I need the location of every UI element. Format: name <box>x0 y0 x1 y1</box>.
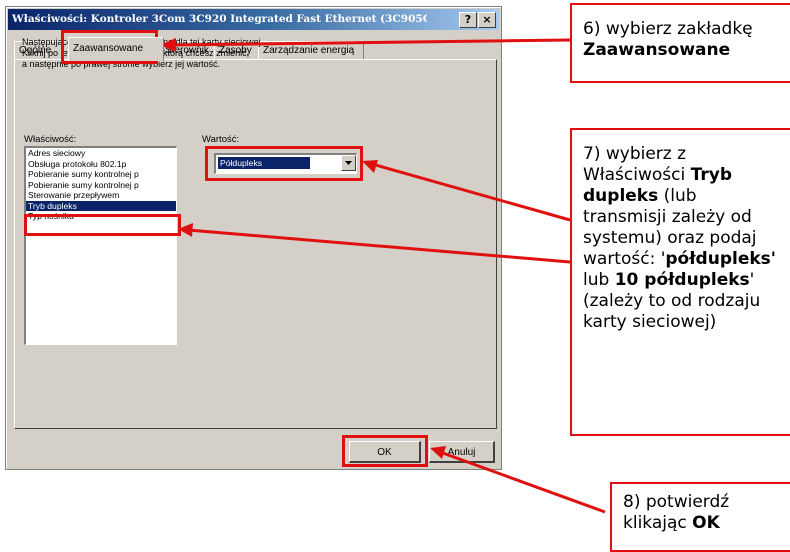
arrowhead-icon <box>362 160 378 173</box>
arrow-step7-value <box>371 162 571 222</box>
arrow-step6 <box>169 38 571 47</box>
callout-step8: 8) potwierdź klikając OK <box>610 482 790 552</box>
callout-step7-mid2: lub <box>583 270 615 290</box>
arrowhead-icon <box>178 223 193 237</box>
arrow-step7-list <box>187 228 571 264</box>
callout-step6-bold: Zaawansowane <box>583 40 731 60</box>
callout-step6-text: 6) wybierz zakładkę <box>583 19 753 39</box>
arrowhead-icon <box>430 446 446 459</box>
callout-step6: 6) wybierz zakładkę Zaawansowane <box>570 3 790 83</box>
arrow-step8 <box>439 450 606 514</box>
callout-step7-bold3: 10 półdupleks <box>614 270 750 290</box>
callout-step7-pre: 7) wybierz z Właściwości <box>583 144 691 185</box>
callout-step7-bold2: półdupleks' <box>665 249 776 269</box>
callout-step8-bold: OK <box>692 513 720 533</box>
tab-advanced[interactable]: Zaawansowane <box>68 37 164 61</box>
callout-step7: 7) wybierz z Właściwości Tryb dupleks (l… <box>570 128 790 436</box>
